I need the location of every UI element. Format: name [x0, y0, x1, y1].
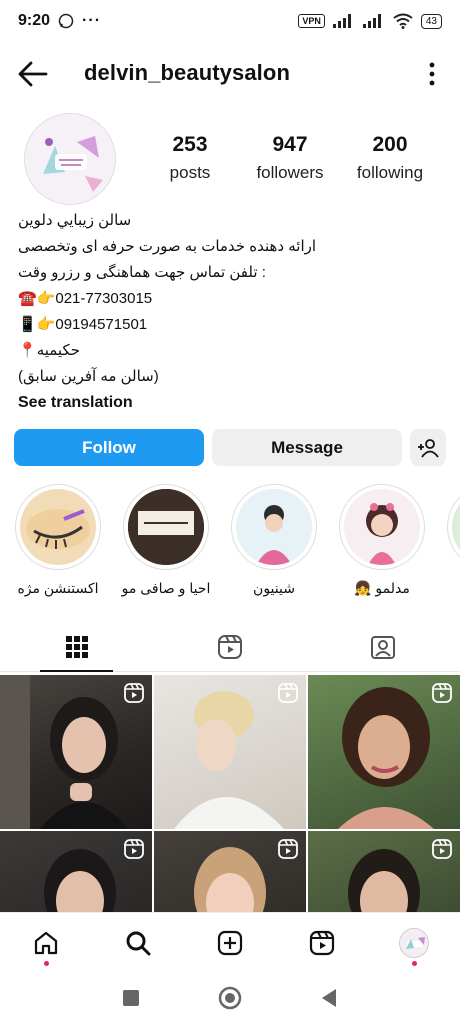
bio-former-name: (سالن مه آفرین سابق)	[18, 368, 159, 385]
hair-model-highlight-image	[344, 489, 420, 565]
whatsapp-icon	[58, 13, 74, 29]
more-options-icon[interactable]	[424, 58, 440, 90]
tagged-icon	[371, 635, 396, 659]
highlight-item[interactable]: مدلمو 👧	[330, 484, 434, 597]
nav-create[interactable]	[210, 923, 250, 963]
post-thumbnail[interactable]	[154, 831, 306, 912]
telephone-icon: ☎️	[18, 290, 37, 307]
posts-label: posts	[169, 163, 211, 182]
bio-phone-mobile[interactable]: 09194571501	[55, 312, 147, 338]
highlight-caption: احیا و صافی مو	[121, 580, 211, 596]
profile-bio: سالن زيبايي دلوين ارائه دهنده خدمات به ص…	[18, 208, 444, 416]
post-thumbnail[interactable]	[308, 831, 460, 912]
highlight-caption: شینیون	[253, 580, 295, 596]
reels-icon	[278, 683, 298, 703]
posts-stat[interactable]: 253 posts	[140, 133, 240, 183]
bio-location: حکیمیه	[36, 342, 81, 359]
profile-avatar[interactable]	[24, 113, 116, 205]
pointing-hand-icon: 👉	[36, 316, 56, 333]
tab-reels[interactable]	[153, 622, 306, 671]
highlight-caption: اکستنشن مژه	[17, 580, 99, 596]
followers-label: followers	[256, 163, 324, 182]
wifi-icon	[393, 13, 413, 29]
following-stat[interactable]: 200 following	[340, 133, 440, 183]
reels-icon	[124, 839, 144, 859]
bio-salon-name: سالن زيبايي دلوين	[18, 212, 132, 229]
profile-stats: 253 posts 947 followers 200 following	[140, 133, 440, 183]
posts-count: 253	[172, 133, 208, 156]
highlight-item[interactable]: احیا و صافی مو	[114, 484, 218, 597]
tab-posts-grid[interactable]	[0, 622, 153, 672]
nav-reels[interactable]	[302, 923, 342, 963]
signal-icon-2	[362, 14, 381, 28]
bio-services: ارائه دهنده خدمات به صورت حرفه ای وتخصصی	[18, 238, 317, 255]
post-thumbnail[interactable]	[154, 675, 306, 829]
post-thumbnail[interactable]	[0, 831, 152, 912]
pointing-hand-icon: 👉	[36, 290, 56, 307]
hair-treatment-highlight-image	[128, 489, 204, 565]
status-time: 9:20	[18, 12, 51, 29]
story-highlights: اکستنشن مژه احیا و صافی مو شینیون مدلمو …	[0, 484, 460, 604]
highlight-caption: مدلمو 👧	[354, 580, 410, 596]
reels-icon	[309, 930, 335, 955]
content-tabs	[0, 622, 460, 672]
add-user-icon	[418, 438, 439, 458]
suggest-user-button[interactable]	[410, 429, 446, 466]
profile-avatar-icon	[399, 927, 429, 958]
home-icon	[34, 931, 58, 954]
home-button-icon[interactable]	[218, 986, 242, 1010]
follow-button[interactable]: Follow	[14, 429, 204, 466]
location-pin-icon: 📍	[18, 342, 37, 359]
reels-icon	[217, 634, 242, 659]
more-notifications-icon: ···	[82, 12, 102, 29]
search-icon	[126, 931, 151, 955]
updo-highlight-image	[236, 489, 312, 565]
mobile-phone-icon: 📱	[18, 316, 37, 333]
post-thumbnail[interactable]	[0, 675, 152, 829]
following-label: following	[356, 163, 424, 182]
status-bar: 9:20 ··· VPN 43	[0, 0, 460, 42]
notification-dot	[43, 960, 49, 966]
followers-count: 947	[272, 133, 308, 156]
signal-icon	[332, 14, 351, 28]
back-arrow-icon[interactable]	[16, 58, 50, 90]
bio-contact-note: : تلفن تماس جهت هماهنگی و رزرو وقت	[18, 264, 266, 281]
grid-icon	[65, 635, 88, 658]
recent-apps-icon[interactable]	[122, 989, 140, 1007]
nav-search[interactable]	[118, 923, 158, 963]
salon-logo-image	[25, 114, 115, 204]
highlight-item[interactable]: شینیون	[222, 484, 326, 597]
reels-icon	[124, 683, 144, 703]
reels-icon	[278, 839, 298, 859]
post-thumbnail[interactable]	[308, 675, 460, 829]
see-translation-link[interactable]: See translation	[18, 390, 133, 416]
system-navigation-bar	[0, 972, 460, 1024]
highlight-item[interactable]: اکستنشن مژه	[6, 484, 110, 597]
vpn-badge: VPN	[298, 14, 325, 28]
message-button[interactable]: Message	[212, 429, 402, 466]
reels-icon	[432, 683, 452, 703]
back-button-icon[interactable]	[320, 988, 338, 1008]
nav-profile[interactable]	[394, 923, 434, 966]
bio-phone-landline[interactable]: 021-77303015	[55, 286, 152, 312]
nav-home[interactable]	[26, 923, 66, 966]
profile-header: delvin_beautysalon	[0, 50, 460, 98]
following-count: 200	[372, 133, 408, 156]
profile-username: delvin_beautysalon	[84, 60, 290, 85]
notification-dot	[411, 960, 417, 966]
battery-indicator: 43	[420, 13, 442, 29]
eyelash-highlight-image	[26, 509, 90, 549]
highlight-item[interactable]: ه	[438, 484, 460, 597]
followers-stat[interactable]: 947 followers	[240, 133, 340, 183]
posts-grid	[0, 675, 460, 912]
tab-tagged[interactable]	[307, 622, 460, 671]
create-icon	[217, 930, 243, 955]
reels-icon	[432, 839, 452, 859]
bottom-navigation	[0, 912, 460, 972]
profile-actions: Follow Message	[14, 429, 446, 466]
